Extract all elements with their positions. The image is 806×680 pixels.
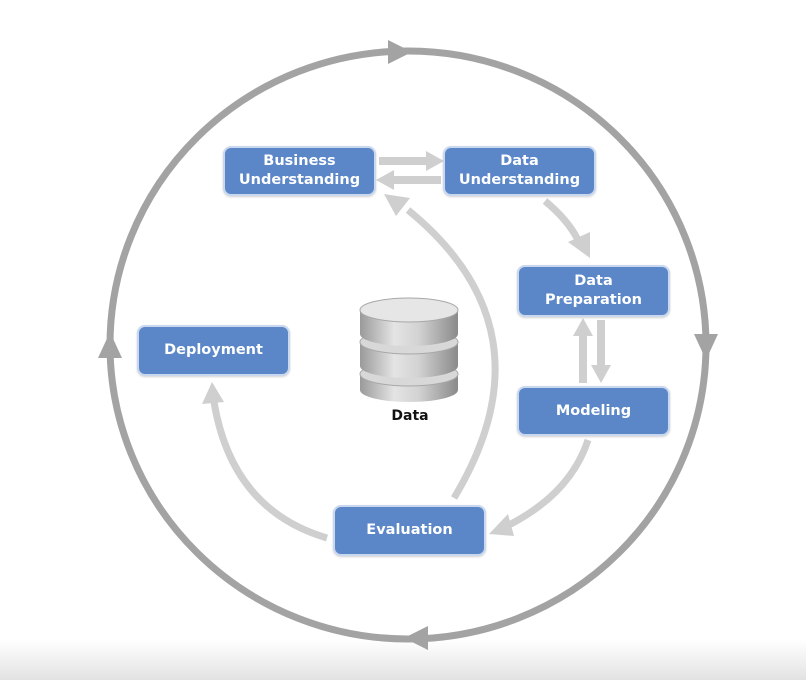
data-label: Data	[391, 408, 429, 424]
diagram-canvas	[98, 40, 718, 650]
crisp-dm-diagram: Business Understanding Data Understandin…	[0, 0, 806, 680]
outer-cycle-arrowhead-right	[694, 334, 718, 360]
phase-data-preparation: Data Preparation	[517, 265, 670, 317]
phase-modeling: Modeling	[517, 386, 670, 436]
phase-deployment: Deployment	[137, 325, 290, 376]
arrow-modeling-to-preparation	[573, 318, 593, 383]
arrowhead-to-evaluation	[489, 514, 514, 536]
phase-data-understanding: Data Understanding	[443, 146, 596, 196]
outer-cycle-arrowhead-top	[388, 40, 412, 64]
database-icon	[359, 297, 459, 402]
arrow-business-to-data-understanding	[379, 151, 444, 171]
arrow-data-understanding-to-preparation	[542, 198, 582, 242]
arrow-data-understanding-to-business	[376, 170, 441, 190]
outer-cycle-arrowhead-left	[98, 332, 122, 358]
arrow-evaluation-to-deployment	[210, 401, 328, 542]
arrow-modeling-to-evaluation	[503, 438, 592, 531]
arrow-preparation-to-modeling	[591, 320, 611, 383]
phase-business-understanding: Business Understanding	[223, 146, 376, 196]
outer-cycle-arrowhead-bottom	[404, 626, 428, 650]
phase-evaluation: Evaluation	[333, 505, 486, 556]
arrowhead-to-deployment	[202, 382, 224, 404]
